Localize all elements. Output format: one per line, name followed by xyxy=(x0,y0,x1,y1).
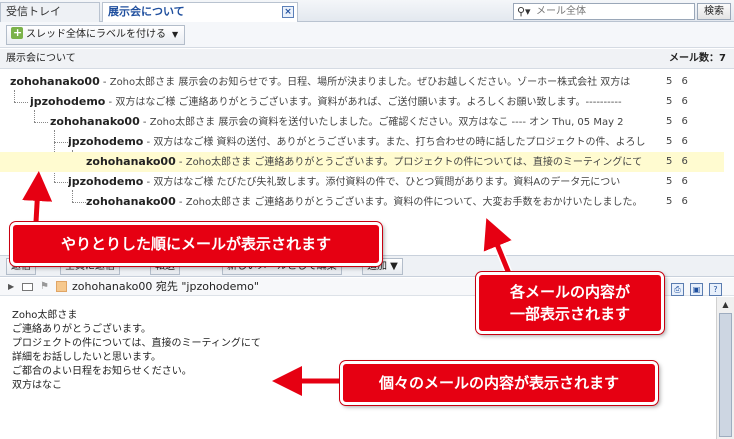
thread-row[interactable]: zohohanako00 - Zoho太郎さま 展示会の資料を送付いたしました。… xyxy=(50,112,724,132)
chevron-down-icon: ▼ xyxy=(172,30,179,39)
row-snippet: - Zoho太郎さま 展示会の資料を送付いたしました。ご確認ください。双方はなこ… xyxy=(139,117,624,128)
tab-bar: 受信トレイ 展示会について × ⚲▾ 検索 xyxy=(0,0,734,23)
row-snippet: - Zoho太郎さま ご連絡ありがとうございます。プロジェクトの件については、直… xyxy=(175,157,643,168)
row-num: 5 6 xyxy=(666,196,691,207)
row-sender: jpzohodemo xyxy=(68,175,144,188)
row-snippet: - 双方はなご様 たびたび失礼致します。添付資料の件で、ひとつ質問があります。資… xyxy=(143,177,621,188)
callout-message-content: 個々のメールの内容が表示されます xyxy=(340,361,658,405)
mail-count: メール数：7 xyxy=(669,49,726,69)
row-num: 5 6 xyxy=(666,136,691,147)
mail-count-label: メール数： xyxy=(669,53,720,64)
thread-row[interactable]: jpzohodemo - 双方はなご様 たびたび失礼致します。添付資料の件で、ひ… xyxy=(68,172,724,192)
row-num: 5 6 xyxy=(666,116,691,127)
tab-inbox[interactable]: 受信トレイ xyxy=(0,2,100,22)
row-num: 5 6 xyxy=(666,156,691,167)
help-icon[interactable]: ? xyxy=(709,283,722,296)
thread-row[interactable]: jpzohodemo - 双方はなご様 ご連絡ありがとうございます。資料があれば… xyxy=(30,92,724,112)
message-to-label: 宛先 xyxy=(152,280,182,293)
thread-row[interactable]: jpzohodemo - 双方はなご様 資料の送付、ありがとうございます。また、… xyxy=(68,132,724,152)
label-thread-button[interactable]: スレッド全体にラベルを付ける ▼ xyxy=(6,24,186,45)
close-icon[interactable]: × xyxy=(282,6,294,18)
message-to: "jpzohodemo" xyxy=(181,280,259,293)
callout-partial-line-2: 一部表示されます xyxy=(509,305,630,323)
print-icon[interactable]: ⎙ xyxy=(671,283,684,296)
tree-line xyxy=(54,142,68,143)
tree-line xyxy=(34,122,48,123)
tree-line xyxy=(72,202,86,203)
popout-icon[interactable]: ▣ xyxy=(690,283,703,296)
scrollbar[interactable]: ▲ xyxy=(716,297,734,439)
flag-icon[interactable]: ⚑ xyxy=(40,278,49,296)
thread-header: 展示会について メール数：7 xyxy=(0,49,734,69)
add-label-icon xyxy=(11,24,23,42)
tree-line xyxy=(54,182,68,183)
search-button[interactable]: 検索 xyxy=(697,3,731,20)
callout-thread-order-text: やりとりした順にメールが表示されます xyxy=(60,235,331,253)
row-sender: zohohanako00 xyxy=(10,75,100,88)
row-sender: jpzohodemo xyxy=(68,135,144,148)
callout-thread-order: やりとりした順にメールが表示されます xyxy=(10,222,382,266)
row-num: 5 6 xyxy=(666,96,691,107)
row-sender: zohohanako00 xyxy=(50,115,140,128)
thread-row[interactable]: zohohanako00 - Zoho太郎さま ご連絡ありがとうございます。資料… xyxy=(86,192,724,212)
envelope-icon xyxy=(22,283,33,291)
body-line: プロジェクトの件については、直接のミーティングにて xyxy=(12,338,261,349)
row-snippet: - 双方はなご様 ご連絡ありがとうございます。資料があれば、ご送付願います。よろ… xyxy=(105,97,622,108)
message-tools: ⎙ ▣? xyxy=(665,280,722,298)
message-from-line: zohohanako00 宛先 "jpzohodemo" xyxy=(72,278,259,296)
row-snippet: - Zoho太郎さま ご連絡ありがとうございます。資料の件について、大変お手数を… xyxy=(175,197,643,208)
tab-thread-label: 展示会について xyxy=(108,5,185,18)
row-snippet: - 双方はなご様 資料の送付、ありがとうございます。また、打ち合わせの時に話した… xyxy=(143,137,646,148)
row-sender: zohohanako00 xyxy=(86,155,176,168)
message-from: zohohanako00 xyxy=(72,280,153,293)
scroll-up-icon[interactable]: ▲ xyxy=(719,299,732,311)
row-sender: zohohanako00 xyxy=(86,195,176,208)
tab-thread[interactable]: 展示会について × xyxy=(102,2,298,23)
thread-subject: 展示会について xyxy=(6,53,76,64)
expand-icon[interactable]: ▶ xyxy=(8,278,14,296)
row-sender: jpzohodemo xyxy=(30,95,106,108)
search-input[interactable] xyxy=(536,5,686,18)
label-thread-button-text: スレッド全体にラベルを付ける xyxy=(26,29,166,40)
search-icon[interactable]: ⚲▾ xyxy=(517,5,531,18)
row-num: 5 6 xyxy=(666,76,691,87)
callout-partial-content: 各メールの内容が 一部表示されます xyxy=(476,272,664,334)
callout-message-content-text: 個々のメールの内容が表示されます xyxy=(378,374,619,392)
row-snippet: - Zoho太郎さま 展示会のお知らせです。日程、場所が決まりました。ぜひお越し… xyxy=(99,77,631,88)
mail-count-value: 7 xyxy=(719,53,726,64)
label-color-icon[interactable] xyxy=(56,281,67,292)
tree-line xyxy=(14,102,28,103)
thread-toolbar: スレッド全体にラベルを付ける ▼ xyxy=(0,22,734,48)
thread-row[interactable]: zohohanako00 - Zoho太郎さま 展示会のお知らせです。日程、場所… xyxy=(10,72,724,92)
scroll-thumb[interactable] xyxy=(719,313,732,437)
row-num: 5 6 xyxy=(666,176,691,187)
search-box[interactable]: ⚲▾ xyxy=(513,3,695,20)
thread-row-selected[interactable]: zohohanako00 - Zoho太郎さま ご連絡ありがとうございます。プロ… xyxy=(0,152,724,172)
callout-partial-line-1: 各メールの内容が xyxy=(509,283,630,301)
